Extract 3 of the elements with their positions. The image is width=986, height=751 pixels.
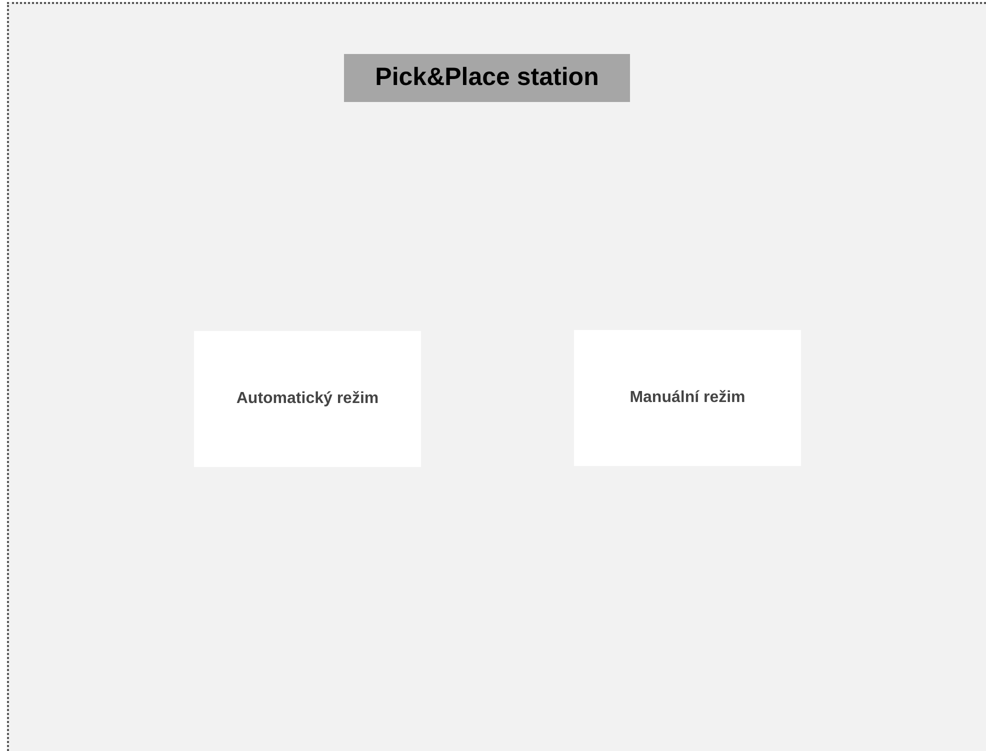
station-title: Pick&Place station	[344, 54, 630, 102]
mode-button[interactable]: Automatický režim	[194, 331, 421, 467]
mode-button[interactable]: Manuální režim	[574, 330, 801, 466]
